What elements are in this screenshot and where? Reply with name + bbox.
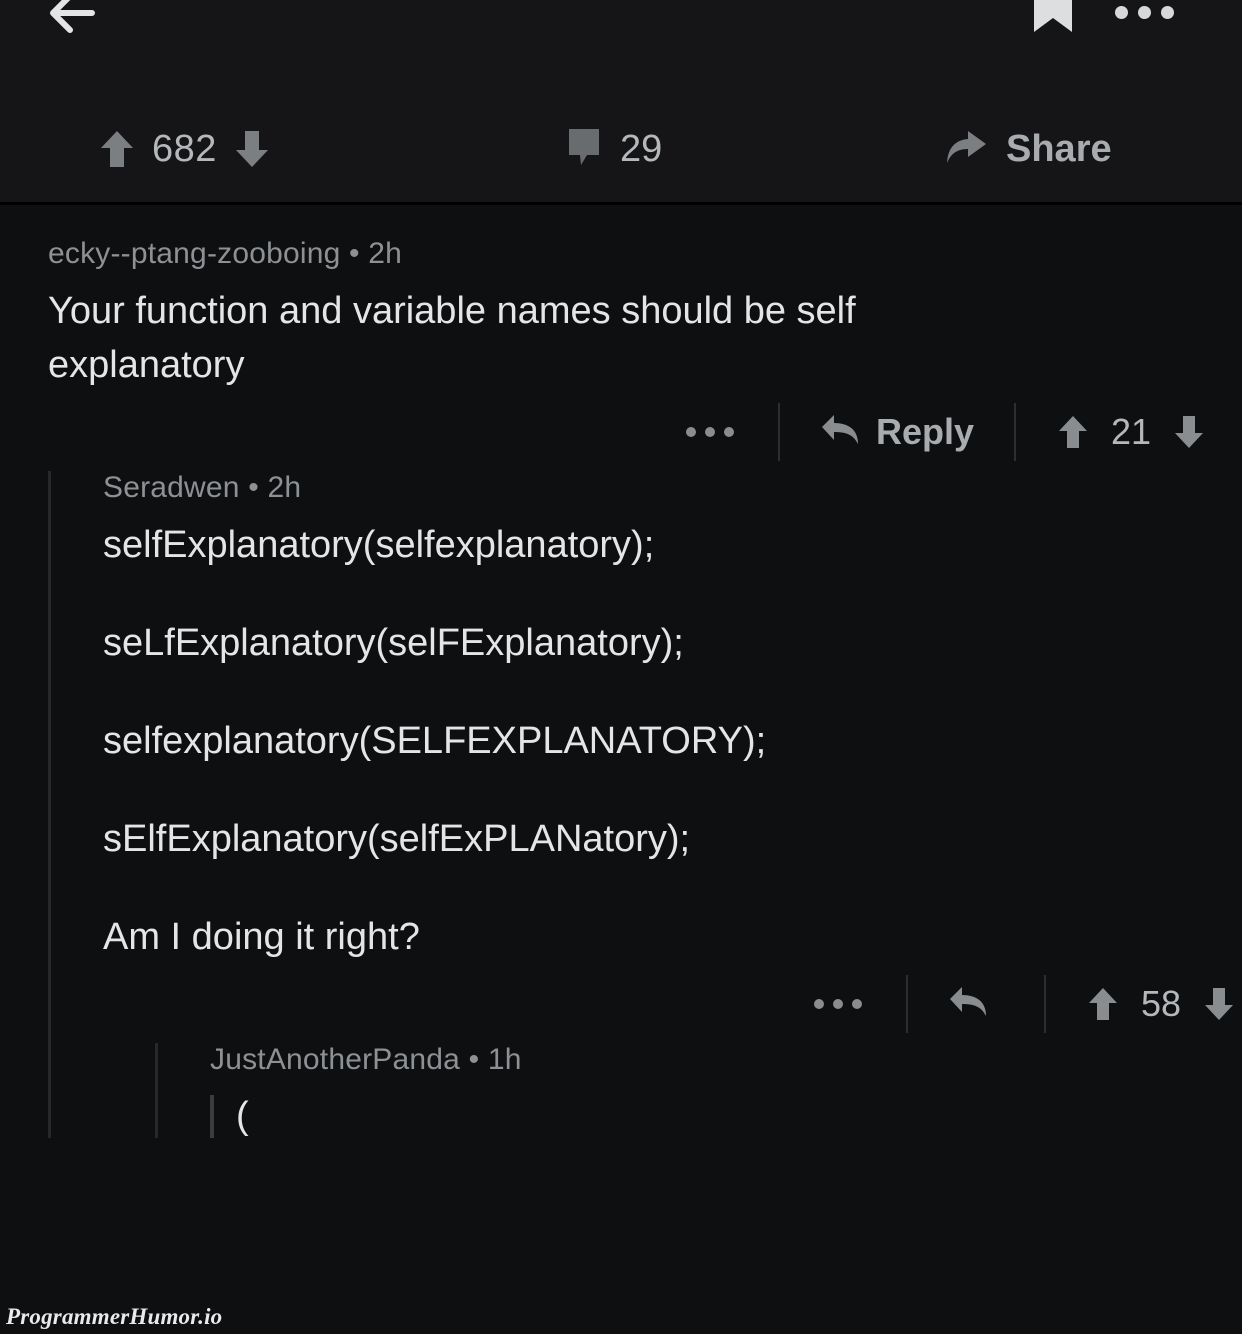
upvote-arrow-icon[interactable]: [1058, 414, 1088, 450]
reply-button[interactable]: [908, 984, 1044, 1023]
reply-button[interactable]: Reply: [780, 411, 1014, 453]
downvote-arrow-icon[interactable]: [1204, 986, 1234, 1022]
comment-quote: (: [210, 1094, 1242, 1138]
comment-body: Your function and variable names should …: [48, 285, 1048, 393]
downvote-arrow-icon[interactable]: [1174, 414, 1204, 450]
post-vote-group: 682: [100, 128, 269, 171]
comment-meta: ecky--ptang-zooboing • 2h: [48, 237, 403, 270]
more-options-icon[interactable]: [642, 426, 778, 437]
upvote-arrow-icon[interactable]: [1088, 986, 1118, 1022]
more-options-icon[interactable]: [1115, 6, 1174, 19]
reply-label: Reply: [875, 410, 974, 452]
dot: [1138, 6, 1151, 19]
comment-body: selfExplanatory(selfexplanatory); seLfEx…: [103, 519, 1103, 965]
reply-arrow-icon: [820, 412, 860, 451]
comment-action-row: 58: [103, 965, 1242, 1043]
comment-paragraph: Your function and variable names should …: [48, 290, 856, 386]
comment-root: ecky--ptang-zooboing • 2h Your function …: [0, 237, 1242, 471]
comment-reply-1: Seradwen • 2h selfExplanatory(selfexplan…: [48, 470, 1242, 1138]
post-comment-count: 29: [620, 127, 663, 170]
share-button[interactable]: Share: [944, 127, 1112, 172]
comment-vote-group: 21: [1016, 411, 1212, 453]
comment-paragraph: selfExplanatory(selfexplanatory);: [103, 523, 655, 566]
comment-vote-group: 58: [1046, 983, 1242, 1025]
dot: [852, 998, 862, 1009]
bookmark-icon[interactable]: [1030, 0, 1076, 36]
watermark: ProgrammerHumor.io: [6, 1304, 223, 1329]
post-action-bar: 682 29 Share: [0, 108, 1242, 190]
comment-tree: ecky--ptang-zooboing • 2h Your function …: [0, 205, 1242, 1138]
top-icon-row: [0, 0, 1242, 62]
post-score: 682: [152, 127, 217, 170]
downvote-arrow-icon[interactable]: [235, 129, 269, 169]
dot: [814, 998, 824, 1009]
dot: [833, 998, 843, 1009]
comment-paragraph: Am I doing it right?: [103, 915, 420, 958]
dot: [1161, 6, 1174, 19]
comment-reply-2: JustAnotherPanda • 1h (: [155, 1042, 1242, 1138]
dot: [685, 426, 696, 437]
share-label: Share: [1006, 127, 1112, 170]
comment-meta: JustAnotherPanda • 1h: [210, 1042, 522, 1076]
more-options-icon[interactable]: [770, 998, 906, 1009]
dot: [723, 426, 734, 437]
share-arrow-icon: [944, 127, 988, 172]
comment-bubble-icon: [566, 127, 602, 172]
dot: [1115, 6, 1128, 19]
comment-paragraph: selfexplanatory(SELFEXPLANATORY);: [103, 719, 767, 762]
comment-paragraph: seLfExplanatory(selFExplanatory);: [103, 621, 684, 664]
back-arrow-icon[interactable]: [40, 0, 102, 44]
upvote-arrow-icon[interactable]: [100, 129, 134, 169]
reply-arrow-icon: [948, 984, 988, 1023]
comment-action-row: Reply 21: [48, 393, 1212, 471]
post-comment-count-group[interactable]: 29: [566, 127, 662, 172]
post-header: 682 29 Share: [0, 0, 1242, 205]
comment-meta: Seradwen • 2h: [103, 470, 302, 504]
comment-score: 58: [1140, 982, 1182, 1024]
comment-score: 21: [1110, 410, 1152, 452]
dot: [704, 426, 715, 437]
comment-paragraph: sElfExplanatory(selfExPLANatory);: [103, 817, 691, 860]
